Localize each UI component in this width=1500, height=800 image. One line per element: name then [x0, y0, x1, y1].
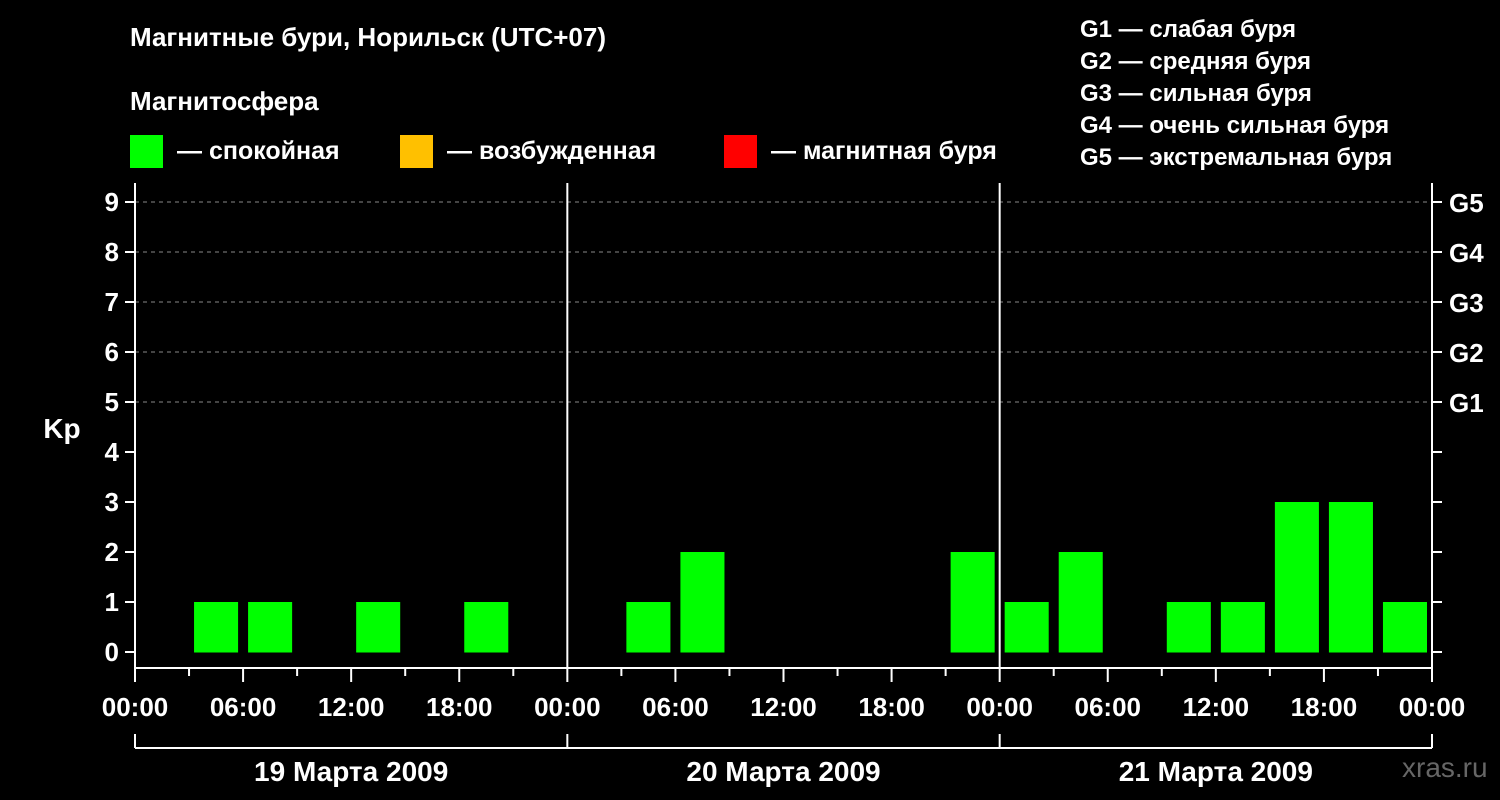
watermark: xras.ru: [1402, 752, 1488, 783]
y-tick-label: 4: [105, 437, 120, 467]
x-tick-label: 18:00: [1291, 692, 1358, 722]
kp-bar: [356, 602, 401, 653]
x-tick-label: 12:00: [750, 692, 817, 722]
x-tick-label: 18:00: [426, 692, 493, 722]
g-level-label: G2: [1449, 338, 1484, 368]
x-tick-label: 00:00: [1399, 692, 1466, 722]
g-level-label: G3: [1449, 288, 1484, 318]
x-tick-label: 06:00: [210, 692, 277, 722]
g-level-label: G4: [1449, 238, 1484, 268]
x-tick-label: 18:00: [858, 692, 925, 722]
x-tick-label: 00:00: [534, 692, 601, 722]
y-axis-label: Kp: [43, 413, 80, 444]
kp-bar: [248, 602, 293, 653]
y-tick-label: 7: [105, 287, 119, 317]
kp-bar: [1274, 502, 1319, 653]
kp-bar: [1328, 502, 1373, 653]
day-label: 19 Марта 2009: [254, 756, 448, 787]
x-tick-label: 00:00: [966, 692, 1033, 722]
kp-bar: [1382, 602, 1427, 653]
kp-bar-chart: Kp 0 1 2 3 4 5 6 7 8 9 G1 G2 G3 G4 G5 00:00 06:00 12:00 18…: [43, 183, 1484, 787]
y-tick-label: 1: [105, 587, 119, 617]
y-tick-label: 3: [105, 487, 119, 517]
y-tick-label: 6: [105, 337, 119, 367]
y-tick-label: 9: [105, 187, 119, 217]
day-label: 21 Марта 2009: [1119, 756, 1313, 787]
x-tick-label: 12:00: [1183, 692, 1250, 722]
kp-bar: [1058, 552, 1103, 653]
kp-bar: [680, 552, 725, 653]
kp-bar: [1220, 602, 1265, 653]
x-tick-label: 12:00: [318, 692, 385, 722]
kp-bar: [626, 602, 671, 653]
kp-bar: [194, 602, 239, 653]
kp-bar: [1166, 602, 1211, 653]
g-level-label: G5: [1449, 188, 1484, 218]
y-tick-label: 5: [105, 387, 119, 417]
y-tick-label: 2: [105, 537, 119, 567]
x-tick-label: 06:00: [642, 692, 709, 722]
x-tick-label: 06:00: [1075, 692, 1142, 722]
kp-bar: [464, 602, 509, 653]
x-tick-label: 00:00: [102, 692, 169, 722]
kp-bar: [950, 552, 995, 653]
g-level-label: G1: [1449, 388, 1484, 418]
day-label: 20 Марта 2009: [686, 756, 880, 787]
y-tick-label: 8: [105, 237, 119, 267]
y-tick-label: 0: [105, 637, 119, 667]
kp-bar: [1004, 602, 1049, 653]
